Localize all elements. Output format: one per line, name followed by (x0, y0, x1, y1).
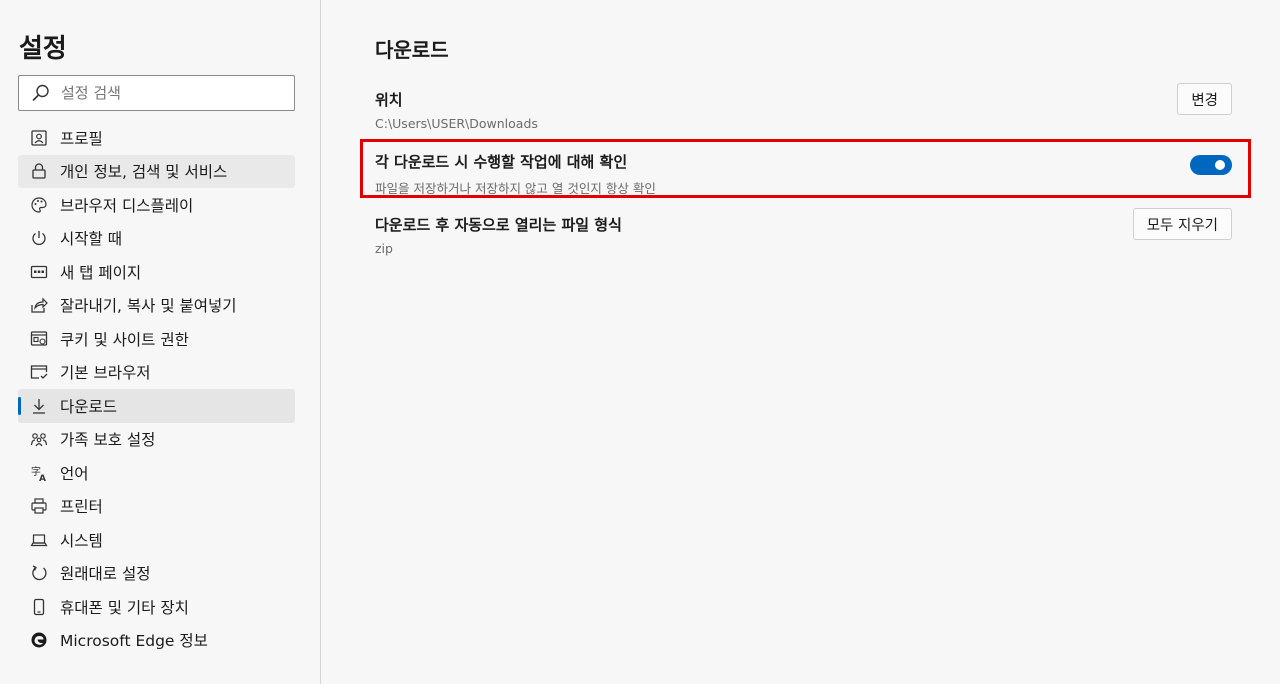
lock-icon (30, 162, 48, 180)
sidebar-item-label: 휴대폰 및 기타 장치 (60, 598, 189, 617)
search-icon (32, 84, 49, 101)
phone-icon (30, 598, 48, 616)
sidebar-item-label: 프로필 (60, 129, 103, 148)
sidebar-item-label: 언어 (60, 464, 89, 483)
share-icon (30, 296, 48, 314)
sidebar-item-about[interactable]: Microsoft Edge 정보 (18, 624, 295, 658)
clear-all-button[interactable]: 모두 지우기 (1132, 208, 1232, 240)
profile-icon (30, 129, 48, 147)
cookie-site-icon (30, 330, 48, 348)
sidebar-item-label: 잘라내기, 복사 및 붙여넣기 (60, 297, 237, 316)
sidebar-item-printers[interactable]: 프린터 (18, 490, 295, 524)
svg-text:A: A (39, 474, 46, 482)
ask-download-description: 파일을 저장하거나 저장하지 않고 열 것인지 항상 확인 (375, 181, 656, 196)
sidebar-item-label: 원래대로 설정 (60, 565, 151, 584)
sidebar-item-on-startup[interactable]: 시작할 때 (18, 222, 295, 256)
sidebar-nav: 프로필 개인 정보, 검색 및 서비스 브라우저 디스플레이 시작할 때 새 탭… (18, 121, 295, 657)
laptop-icon (30, 531, 48, 549)
auto-open-row: 다운로드 후 자동으로 열리는 파일 형식 zip 모두 지우기 (375, 208, 1232, 258)
download-icon (30, 397, 48, 415)
sidebar-item-system[interactable]: 시스템 (18, 523, 295, 557)
sidebar-item-label: 새 탭 페이지 (60, 263, 142, 282)
power-icon (30, 229, 48, 247)
sidebar-item-cookies[interactable]: 쿠키 및 사이트 권한 (18, 322, 295, 356)
sidebar-item-label: 쿠키 및 사이트 권한 (60, 330, 189, 349)
browser-window-icon (30, 363, 48, 381)
sidebar-item-label: 가족 보호 설정 (60, 431, 156, 450)
language-icon: 字A (30, 464, 48, 482)
sidebar-item-label: 개인 정보, 검색 및 서비스 (60, 163, 228, 182)
sidebar-title: 설정 (19, 34, 67, 64)
sidebar-item-new-tab[interactable]: 새 탭 페이지 (18, 255, 295, 289)
sidebar-item-languages[interactable]: 字A 언어 (18, 456, 295, 490)
edge-logo-icon (30, 631, 48, 649)
palette-icon (30, 196, 48, 214)
auto-open-title: 다운로드 후 자동으로 열리는 파일 형식 (375, 216, 622, 234)
toggle-knob (1215, 160, 1225, 170)
sidebar-item-downloads[interactable]: 다운로드 (18, 389, 295, 423)
sidebar-item-label: 시스템 (60, 531, 103, 550)
sidebar-item-label: Microsoft Edge 정보 (60, 632, 208, 651)
location-title: 위치 (375, 91, 403, 109)
sidebar-item-default-browser[interactable]: 기본 브라우저 (18, 356, 295, 390)
ask-download-title: 각 다운로드 시 수행할 작업에 대해 확인 (375, 153, 628, 171)
location-row: 위치 C:\Users\USER\Downloads 변경 (375, 83, 1232, 133)
sidebar-item-label: 브라우저 디스플레이 (60, 196, 194, 215)
sidebar-item-profile[interactable]: 프로필 (18, 121, 295, 155)
sidebar-item-appearance[interactable]: 브라우저 디스플레이 (18, 188, 295, 222)
sidebar-item-privacy[interactable]: 개인 정보, 검색 및 서비스 (18, 154, 295, 188)
sidebar-item-label: 기본 브라우저 (60, 364, 151, 383)
ask-download-row: 각 다운로드 시 수행할 작업에 대해 확인 파일을 저장하거나 저장하지 않고… (375, 151, 1232, 196)
new-tab-icon (30, 263, 48, 281)
location-path: C:\Users\USER\Downloads (375, 116, 538, 131)
search-input[interactable] (61, 84, 281, 102)
ask-download-toggle[interactable] (1190, 155, 1232, 175)
sidebar: 설정 프로필 개인 정보, 검색 및 서비스 브라우저 디스플레이 (0, 0, 321, 684)
sidebar-item-reset[interactable]: 원래대로 설정 (18, 557, 295, 591)
main-content: 다운로드 위치 C:\Users\USER\Downloads 변경 각 다운로… (322, 0, 1280, 684)
sidebar-item-share-copy-paste[interactable]: 잘라내기, 복사 및 붙여넣기 (18, 289, 295, 323)
sidebar-item-phone[interactable]: 휴대폰 및 기타 장치 (18, 590, 295, 624)
search-box[interactable] (18, 75, 295, 111)
reset-icon (30, 564, 48, 582)
page-title: 다운로드 (375, 38, 449, 62)
auto-open-filetypes: zip (375, 241, 393, 256)
sidebar-item-label: 프린터 (60, 498, 103, 517)
sidebar-item-family[interactable]: 가족 보호 설정 (18, 423, 295, 457)
family-icon (30, 430, 48, 448)
sidebar-item-label: 시작할 때 (60, 230, 122, 249)
sidebar-item-label: 다운로드 (60, 397, 118, 416)
change-location-button[interactable]: 변경 (1177, 83, 1232, 115)
printer-icon (30, 497, 48, 515)
